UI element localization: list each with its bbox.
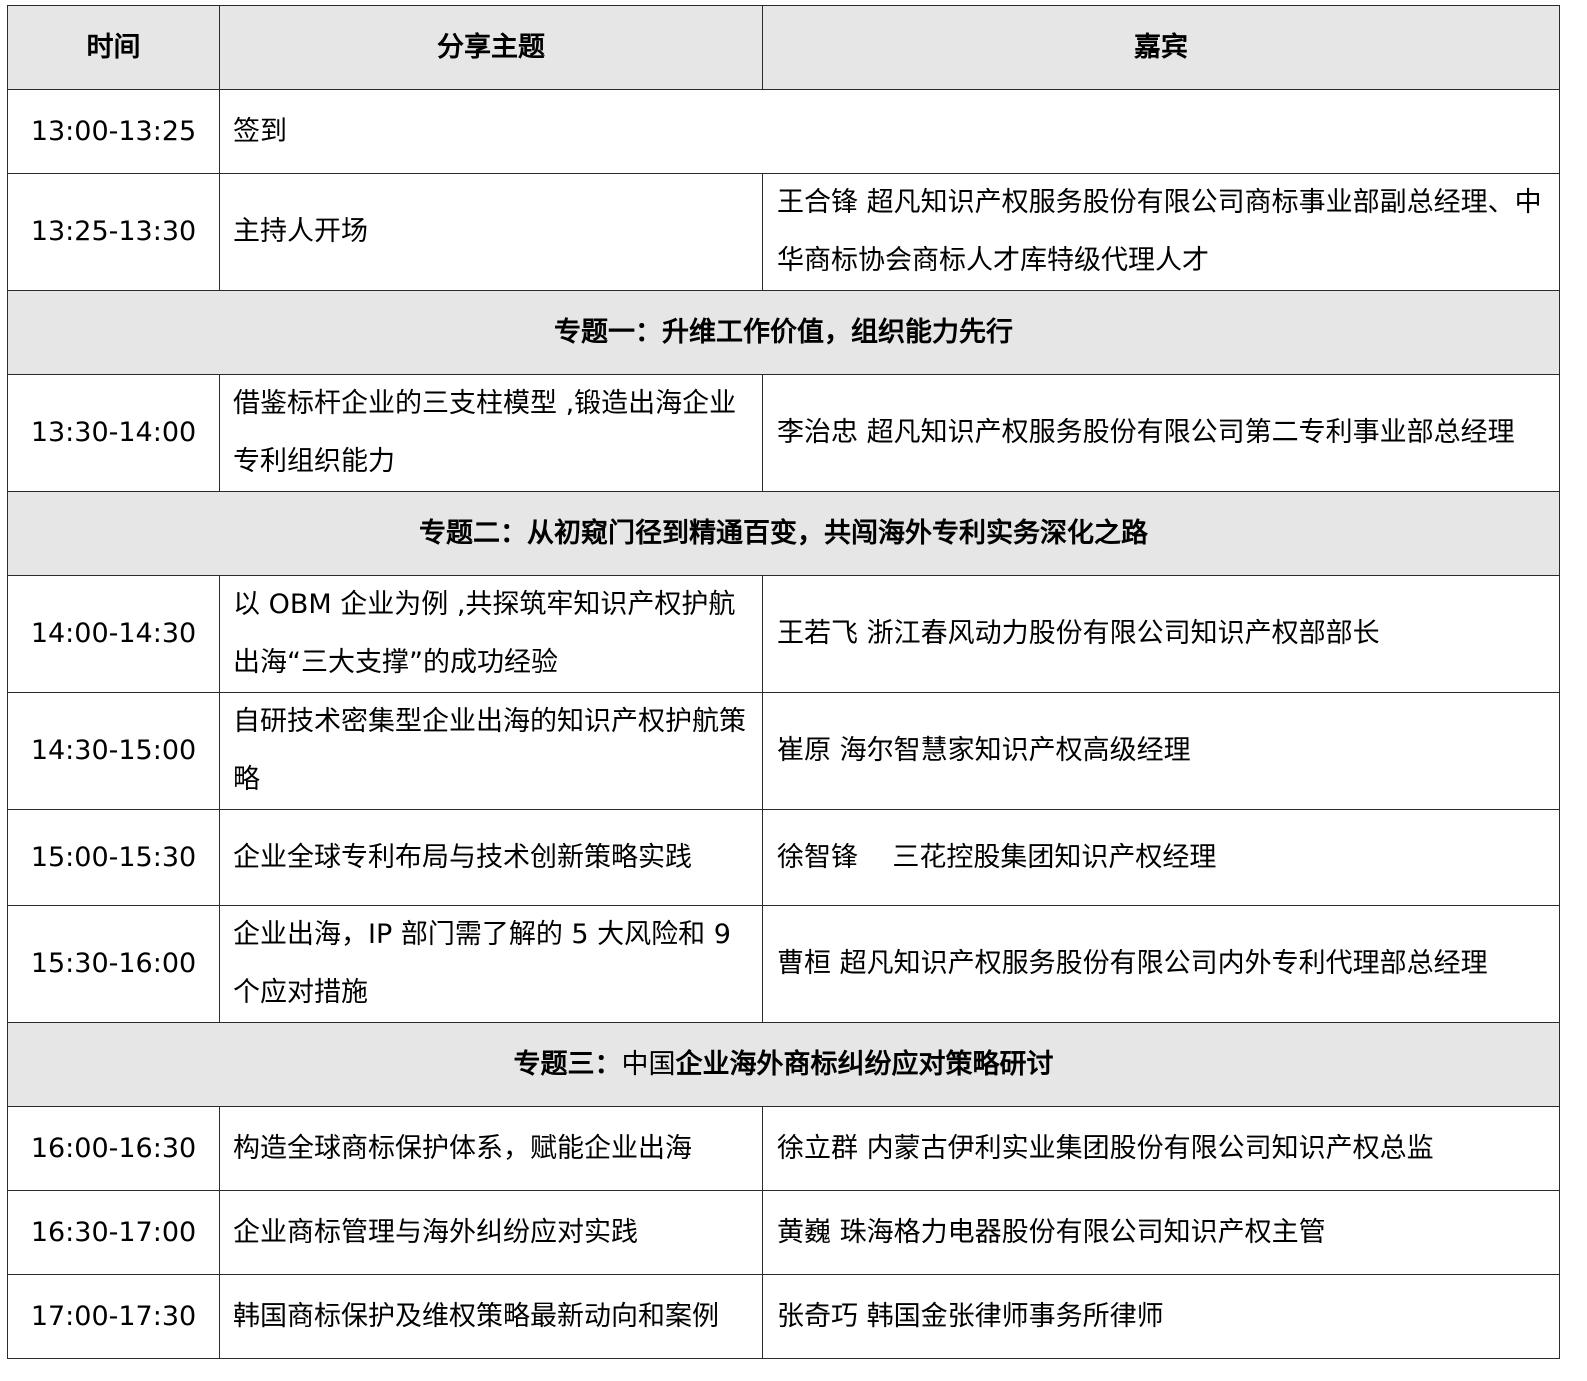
- row-time: 14:30-15:00: [7, 692, 220, 810]
- table-row: 16:00-16:30 构造全球商标保护体系，赋能企业出海 徐立群 内蒙古伊利实…: [7, 1106, 1560, 1191]
- row-time: 16:00-16:30: [7, 1106, 220, 1191]
- section-title-rest: 企业海外商标纠纷应对策略研讨: [675, 1048, 1054, 1080]
- row-guest: 王若飞 浙江春风动力股份有限公司知识产权部部长: [762, 575, 1560, 693]
- header-topic: 分享主题: [219, 5, 763, 90]
- row-time: 13:00-13:25: [7, 89, 220, 174]
- row-topic: 企业出海，IP 部门需了解的 5 大风险和 9 个应对措施: [219, 905, 763, 1023]
- row-guest: 王合锋 超凡知识产权服务股份有限公司商标事业部副总经理、中华商标协会商标人才库特…: [762, 173, 1560, 291]
- header-time: 时间: [7, 5, 220, 90]
- section-row: 专题一：升维工作价值，组织能力先行: [7, 290, 1560, 375]
- table-row: 15:30-16:00 企业出海，IP 部门需了解的 5 大风险和 9 个应对措…: [7, 905, 1560, 1023]
- table-row: 13:25-13:30 主持人开场 王合锋 超凡知识产权服务股份有限公司商标事业…: [7, 173, 1560, 291]
- row-time: 15:30-16:00: [7, 905, 220, 1023]
- section-row: 专题三：中国企业海外商标纠纷应对策略研讨: [7, 1022, 1560, 1107]
- row-time: 13:30-14:00: [7, 374, 220, 492]
- section-row: 专题二：从初窥门径到精通百变，共闯海外专利实务深化之路: [7, 491, 1560, 576]
- section-title-prefix: 专题三：: [513, 1048, 622, 1080]
- row-guest: 徐立群 内蒙古伊利实业集团股份有限公司知识产权总监: [762, 1106, 1560, 1191]
- row-guest: 李治忠 超凡知识产权服务股份有限公司第二专利事业部总经理: [762, 374, 1560, 492]
- schedule-table: 时间 分享主题 嘉宾 13:00-13:25 签到 13:25-13:30 主持…: [7, 5, 1560, 1359]
- table-row: 15:00-15:30 企业全球专利布局与技术创新策略实践 徐智锋 三花控股集团…: [7, 809, 1560, 906]
- row-topic: 韩国商标保护及维权策略最新动向和案例: [219, 1274, 763, 1359]
- row-topic: 自研技术密集型企业出海的知识产权护航策略: [219, 692, 763, 810]
- table-header-row: 时间 分享主题 嘉宾: [7, 5, 1560, 90]
- section-title: 专题三：中国企业海外商标纠纷应对策略研讨: [7, 1022, 1560, 1107]
- row-guest: 张奇巧 韩国金张律师事务所律师: [762, 1274, 1560, 1359]
- row-topic: 企业商标管理与海外纠纷应对实践: [219, 1190, 763, 1275]
- row-topic: 签到: [219, 89, 1560, 174]
- table-row: 13:30-14:00 借鉴标杆企业的三支柱模型 ,锻造出海企业专利组织能力 李…: [7, 374, 1560, 492]
- section-title: 专题一：升维工作价值，组织能力先行: [7, 290, 1560, 375]
- row-time: 13:25-13:30: [7, 173, 220, 291]
- row-guest: 徐智锋 三花控股集团知识产权经理: [762, 809, 1560, 906]
- row-topic: 企业全球专利布局与技术创新策略实践: [219, 809, 763, 906]
- row-time: 17:00-17:30: [7, 1274, 220, 1359]
- table-row: 17:00-17:30 韩国商标保护及维权策略最新动向和案例 张奇巧 韩国金张律…: [7, 1274, 1560, 1359]
- row-guest: 崔原 海尔智慧家知识产权高级经理: [762, 692, 1560, 810]
- row-time: 14:00-14:30: [7, 575, 220, 693]
- section-title: 专题二：从初窥门径到精通百变，共闯海外专利实务深化之路: [7, 491, 1560, 576]
- row-topic: 以 OBM 企业为例 ,共探筑牢知识产权护航出海“三大支撑”的成功经验: [219, 575, 763, 693]
- row-topic: 构造全球商标保护体系，赋能企业出海: [219, 1106, 763, 1191]
- row-topic: 主持人开场: [219, 173, 763, 291]
- header-guest: 嘉宾: [762, 5, 1560, 90]
- row-time: 16:30-17:00: [7, 1190, 220, 1275]
- row-topic: 借鉴标杆企业的三支柱模型 ,锻造出海企业专利组织能力: [219, 374, 763, 492]
- table-row: 16:30-17:00 企业商标管理与海外纠纷应对实践 黄巍 珠海格力电器股份有…: [7, 1190, 1560, 1275]
- row-guest: 黄巍 珠海格力电器股份有限公司知识产权主管: [762, 1190, 1560, 1275]
- row-guest: 曹桓 超凡知识产权服务股份有限公司内外专利代理部总经理: [762, 905, 1560, 1023]
- table-row: 14:30-15:00 自研技术密集型企业出海的知识产权护航策略 崔原 海尔智慧…: [7, 692, 1560, 810]
- section-title-plain: 中国: [621, 1048, 676, 1080]
- table-row: 13:00-13:25 签到: [7, 89, 1560, 174]
- row-time: 15:00-15:30: [7, 809, 220, 906]
- table-row: 14:00-14:30 以 OBM 企业为例 ,共探筑牢知识产权护航出海“三大支…: [7, 575, 1560, 693]
